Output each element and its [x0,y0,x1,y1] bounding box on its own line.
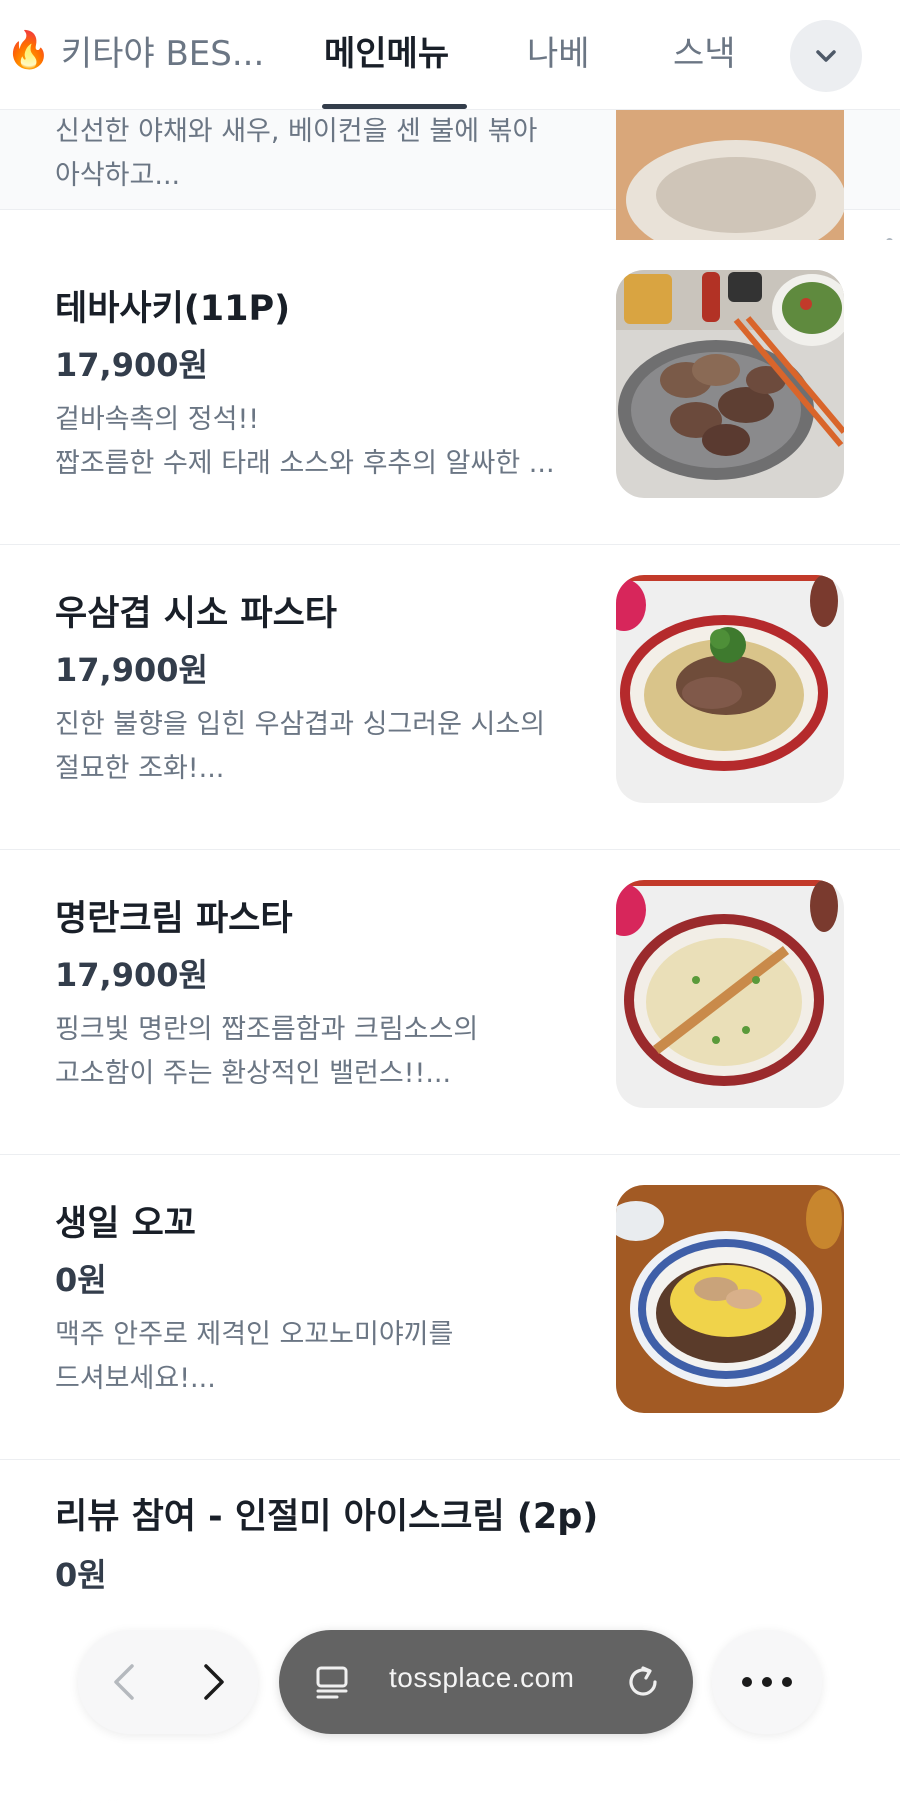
menu-item[interactable]: 명란크림 파스타 17,900원 핑크빛 명란의 짭조름함과 크림소스의 고소함… [0,850,900,1155]
menu-item-name: 테바사키(11P) [55,289,291,329]
browser-nav-group [78,1630,258,1734]
desc-line: 아삭하고... [55,160,181,191]
mentaiko-cream-pasta-photo [616,880,844,1108]
menu-item[interactable]: 생일 오꼬 0원 맥주 안주로 제격인 오꼬노미야끼를 드셔보세요!... [0,1155,900,1460]
menu-item[interactable]: 테바사키(11P) 17,900원 겉바속촉의 정석!! 짭조름한 수제 타래 … [0,240,900,545]
more-icon [742,1677,792,1687]
menu-item[interactable]: 우삼겹 시소 파스타 17,900원 진한 불향을 입힌 우삼겹과 싱그러운 시… [0,545,900,850]
menu-item-name: 생일 오꼬 [55,1204,196,1244]
address-bar[interactable]: tossplace.com [279,1630,693,1734]
tabs-icon[interactable] [313,1662,353,1702]
chicken-wings-photo [616,270,844,498]
menu-item-description: 진한 불향을 입힌 우삼겹과 싱그러운 시소의 절묘한 조화!... [55,703,555,791]
expand-categories-button[interactable] [790,20,862,92]
menu-item-name: 우삼겹 시소 파스타 [55,594,337,634]
more-button[interactable] [712,1630,822,1734]
desc-line: 핑크빛 명란의 짭조름함과 크림소스의 [55,1014,479,1045]
chevron-right-icon[interactable] [188,1658,236,1706]
desc-line: 신선한 야채와 새우, 베이컨을 센 불에 볶아 [55,116,538,147]
menu-item-previous[interactable]: 신선한 야채와 새우, 베이컨을 센 불에 볶아 아삭하고... [0,110,900,282]
desc-line: 진한 불향을 입힌 우삼겹과 싱그러운 시소의 [55,709,546,740]
chevron-down-icon [816,50,836,62]
desc-line: 고소함이 주는 환상적인 밸런스!!... [55,1058,452,1089]
menu-item-price: 17,900원 [55,651,208,689]
url-text: tossplace.com [389,1662,575,1693]
menu-item-description: 신선한 야채와 새우, 베이컨을 센 불에 볶아 아삭하고... [55,110,555,198]
menu-item-price: 17,900원 [55,346,208,384]
chevron-left-icon[interactable] [102,1658,150,1706]
tab-best[interactable]: 🔥 키타야 BES... [6,26,264,75]
menu-item-price: 17,900원 [55,956,208,994]
reload-icon[interactable] [621,1660,665,1704]
desc-line: 짭조름한 수제 타래 소스와 후추의 알싸한 ... [55,448,555,479]
menu-item-description: 핑크빛 명란의 짭조름함과 크림소스의 고소함이 주는 환상적인 밸런스!!..… [55,1008,555,1096]
menu-item-name: 명란크림 파스타 [55,899,293,939]
tab-nabe[interactable]: 나베 [527,26,590,75]
tab-snack[interactable]: 스낵 [673,26,736,75]
menu-item-description: 겉바속촉의 정석!! 짭조름한 수제 타래 소스와 후추의 알싸한 ... [55,398,555,486]
desc-line: 맥주 안주로 제격인 오꼬노미야끼를 [55,1319,454,1350]
active-tab-indicator [322,104,467,109]
menu-item-price: 0원 [55,1261,107,1299]
tab-main-menu[interactable]: 메인메뉴 [324,26,449,75]
beef-shiso-pasta-photo [616,575,844,803]
okonomiyaki-photo [616,1185,844,1413]
desc-line: 드셔보세요!... [55,1363,216,1394]
desc-line: 겉바속촉의 정석!! [55,404,260,435]
menu-item-name: 리뷰 참여 - 인절미 아이스크림 (2p) [55,1497,599,1537]
category-tabbar: 🔥 키타야 BES... 메인메뉴 나베 스낵 [0,0,900,110]
fire-icon: 🔥 [6,29,51,71]
desc-line: 절묘한 조화!... [55,753,225,784]
tab-best-label: 키타야 BES... [60,34,265,74]
menu-item-description: 맥주 안주로 제격인 오꼬노미야끼를 드셔보세요!... [55,1313,555,1401]
